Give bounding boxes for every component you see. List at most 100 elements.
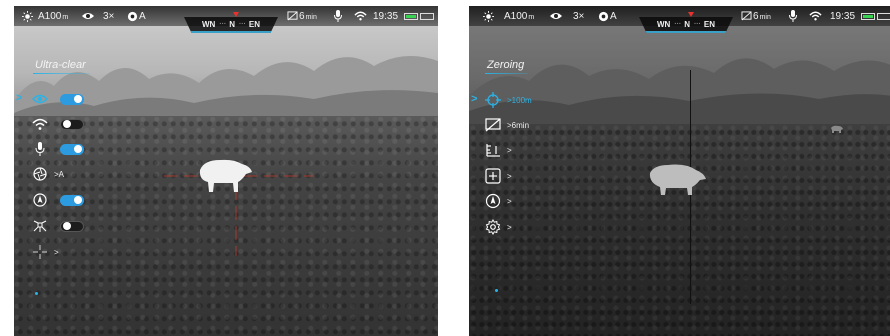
gps-satellite-icon xyxy=(33,220,47,232)
eye-icon xyxy=(81,9,95,23)
compass-strip: WN · · · N · · · EN xyxy=(184,17,278,33)
color-mode-value: A xyxy=(139,10,146,22)
range-value: A100 xyxy=(504,10,528,22)
compass-toggle[interactable] xyxy=(60,194,84,206)
menu-row-compass[interactable] xyxy=(32,191,84,209)
brightness-icon xyxy=(22,9,33,23)
wifi-icon xyxy=(809,9,822,23)
range-indicator: A100 m xyxy=(504,9,534,23)
compass-ticks: · · · xyxy=(219,20,226,28)
menu-row-rangefinder[interactable]: > xyxy=(485,141,512,159)
compass-east-north: EN xyxy=(248,19,260,29)
clock-time: 19:35 xyxy=(373,10,399,22)
wild-boar-thermal-signature xyxy=(199,159,252,192)
menu-row-compass[interactable]: > xyxy=(485,192,512,210)
range-unit: m xyxy=(62,14,69,21)
wifi-icon xyxy=(354,9,367,23)
battery-external-icon xyxy=(877,12,890,20)
crosshair-target-icon xyxy=(485,92,501,108)
zeroing-distance-value: >100m xyxy=(507,95,532,105)
color-mode-indicator: A xyxy=(127,9,146,23)
menu-row-microphone[interactable] xyxy=(32,140,84,158)
add-zeroing-value: > xyxy=(507,171,512,181)
auto-shutdown-icon xyxy=(287,11,298,21)
menu-row-settings[interactable]: > xyxy=(485,218,512,236)
eye-icon xyxy=(32,94,48,104)
menu-row-reticle[interactable]: > xyxy=(32,243,59,261)
palette-icon xyxy=(598,11,609,21)
reticle-icon xyxy=(33,245,47,259)
compass-icon xyxy=(33,193,47,207)
compass-west-north: WN xyxy=(201,19,216,29)
microphone-icon xyxy=(334,9,342,23)
wifi-toggle[interactable] xyxy=(60,118,84,130)
ruler-icon xyxy=(486,144,500,157)
thermal-viewfinder-left: A100m 3× A 6min 19:35 WN · · · N · · · xyxy=(14,6,438,336)
battery-external-icon xyxy=(420,12,434,20)
compass-heading-marker xyxy=(233,12,239,17)
distant-animal-signature xyxy=(831,125,843,133)
microphone-icon xyxy=(35,142,45,156)
range-indicator: A100 m xyxy=(38,9,68,23)
menu-row-wifi[interactable] xyxy=(32,115,84,133)
wild-boar-thermal-signature xyxy=(649,164,706,195)
auto-shutdown-icon xyxy=(485,118,501,132)
reticle-value: > xyxy=(54,247,59,257)
ultra-clear-toggle[interactable] xyxy=(60,93,84,105)
scroll-indicator-dot xyxy=(495,289,498,292)
aperture-icon xyxy=(33,167,47,181)
clock-time: 19:35 xyxy=(830,10,856,22)
microphone-toggle[interactable] xyxy=(60,143,84,155)
field-ground xyxy=(469,124,890,336)
zoom-level: 3× xyxy=(103,10,115,22)
palette-icon xyxy=(127,11,138,21)
treeline xyxy=(469,58,890,131)
shutdown-value: 6 xyxy=(753,10,759,22)
compass-value: > xyxy=(507,196,512,206)
scroll-indicator-dot xyxy=(35,292,38,295)
shutdown-value: 6 xyxy=(299,10,305,22)
auto-shutdown-indicator: 6 min xyxy=(287,9,317,23)
menu-row-zeroing-distance[interactable]: >100m xyxy=(485,91,532,109)
menu-row-gps[interactable] xyxy=(32,217,84,235)
settings-gear-icon xyxy=(485,219,501,235)
compass-strip: WN · · · N · · · EN xyxy=(639,17,733,33)
battery-indicator xyxy=(404,9,434,23)
shutdown-unit: min xyxy=(759,14,771,21)
range-value: A100 xyxy=(38,10,62,22)
zoom-level: 3× xyxy=(573,10,585,22)
compass-ticks: · · · xyxy=(674,20,681,28)
brightness-icon xyxy=(483,9,494,23)
menu-title: Zeroing xyxy=(484,59,529,74)
color-mode-value: A xyxy=(610,10,617,22)
compass-north: N xyxy=(684,19,690,29)
compass-heading-marker xyxy=(688,12,694,17)
shutdown-unit: min xyxy=(305,14,317,21)
compass-ticks: · · · xyxy=(238,20,246,28)
color-mode-indicator: A xyxy=(598,9,617,23)
battery-internal-icon xyxy=(404,12,418,20)
microphone-icon xyxy=(789,9,797,23)
menu-row-aperture[interactable]: >A xyxy=(32,165,64,183)
rangefinder-value: > xyxy=(507,145,512,155)
auto-shutdown-value: >6min xyxy=(507,120,530,130)
battery-indicator xyxy=(861,9,890,23)
thermal-viewfinder-right: A100m 3× A 6min 19:35 WN · · · N · · · xyxy=(469,6,890,336)
eye-icon xyxy=(549,9,563,23)
compass-west-north: WN xyxy=(656,19,671,29)
compass-north: N xyxy=(229,19,235,29)
range-unit: m xyxy=(528,14,535,21)
menu-selection-cursor: > xyxy=(16,92,23,104)
gps-toggle[interactable] xyxy=(60,220,84,232)
battery-internal-icon xyxy=(861,12,875,20)
menu-row-auto-shutdown[interactable]: >6min xyxy=(485,116,529,134)
compass-ticks: · · · xyxy=(693,20,701,28)
aperture-value: >A xyxy=(54,169,65,179)
compass-east-north: EN xyxy=(703,19,715,29)
menu-selection-cursor: > xyxy=(471,93,478,105)
menu-row-ultra-clear[interactable] xyxy=(32,90,84,108)
wifi-icon xyxy=(32,118,48,130)
auto-shutdown-icon xyxy=(741,11,752,21)
menu-title: Ultra-clear xyxy=(33,59,90,74)
menu-row-add-zeroing[interactable]: > xyxy=(485,167,512,185)
